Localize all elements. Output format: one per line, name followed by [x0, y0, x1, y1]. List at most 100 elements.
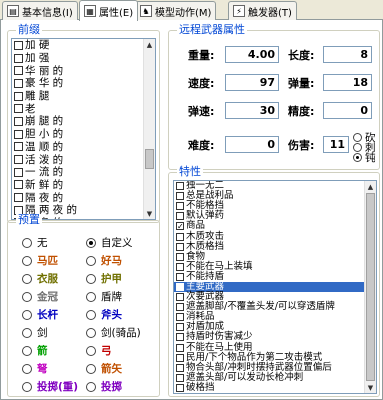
radio-button[interactable]: [86, 237, 96, 248]
prefix-item[interactable]: 加 硬: [12, 39, 155, 52]
tab-basic-info[interactable]: ▤ 基本信息(I): [2, 1, 78, 20]
prefix-item[interactable]: 加 强: [12, 52, 155, 65]
prefix-item[interactable]: 崩 腿 的: [12, 115, 155, 128]
radio-button[interactable]: [22, 291, 32, 302]
preset-option[interactable]: 无: [22, 235, 48, 250]
checkbox[interactable]: [176, 192, 184, 201]
prefix-item[interactable]: 老: [12, 102, 155, 115]
checkbox[interactable]: [176, 252, 184, 261]
radio-button[interactable]: [22, 363, 32, 374]
scroll-down-icon[interactable]: ▼: [144, 208, 155, 219]
checkbox[interactable]: [176, 242, 184, 251]
radio-button[interactable]: [86, 273, 96, 284]
checkbox[interactable]: [176, 232, 184, 241]
checkbox[interactable]: [14, 116, 23, 126]
checkbox[interactable]: [14, 53, 23, 63]
prefix-item[interactable]: 温 顺 的: [12, 141, 155, 154]
difficulty-field[interactable]: 0: [225, 136, 279, 153]
scroll-thumb[interactable]: [366, 193, 375, 381]
checkbox[interactable]: [176, 272, 184, 281]
tab-attributes[interactable]: ▦ 属性(E): [79, 0, 139, 21]
preset-option[interactable]: 剑(骑品): [86, 325, 141, 340]
checkbox[interactable]: [176, 343, 184, 352]
traits-list[interactable]: 独一无二 总是战利品 不能格挡 默认弹药 ✓ 商品 木质攻击 木质格挡 食物 不能在马上装填 不能持…: [173, 180, 377, 394]
scroll-down-icon[interactable]: ▼: [365, 382, 376, 393]
radio-button[interactable]: [86, 381, 96, 392]
preset-option[interactable]: 好马: [86, 253, 122, 268]
preset-option[interactable]: 投掷(重): [22, 379, 78, 394]
prefix-item[interactable]: 隔 夜 的: [12, 191, 155, 204]
scroll-thumb[interactable]: [145, 149, 154, 169]
checkbox[interactable]: [14, 104, 23, 114]
checkbox[interactable]: [14, 78, 23, 88]
damage-type-option[interactable]: 钝: [353, 150, 376, 165]
prefix-item[interactable]: 华 丽 的: [12, 64, 155, 77]
projectile-speed-field[interactable]: 30: [225, 102, 279, 119]
radio-button[interactable]: [22, 273, 32, 284]
checkbox[interactable]: [14, 167, 23, 177]
speed-field[interactable]: 97: [225, 74, 279, 91]
trait-item[interactable]: 破格挡: [174, 382, 366, 393]
prefix-scrollbar[interactable]: ▲ ▼: [143, 39, 155, 219]
preset-option[interactable]: 金冠: [22, 289, 58, 304]
prefix-item[interactable]: 新 鲜 的: [12, 179, 155, 192]
preset-option[interactable]: 马匹: [22, 253, 58, 268]
checkbox[interactable]: [14, 129, 23, 139]
radio-button[interactable]: [353, 153, 362, 162]
preset-option[interactable]: 投掷: [86, 379, 122, 394]
preset-option[interactable]: 盾牌: [86, 289, 122, 304]
radio-button[interactable]: [86, 309, 96, 320]
prefix-item[interactable]: 活 泼 的: [12, 153, 155, 166]
checkbox[interactable]: [14, 142, 23, 152]
preset-option[interactable]: 剑: [22, 325, 48, 340]
radio-button[interactable]: [22, 255, 32, 266]
checkbox[interactable]: [176, 182, 184, 191]
radio-button[interactable]: [86, 291, 96, 302]
prefix-list[interactable]: 加 硬加 强华 丽 的豪 华 的雕 腿老崩 腿 的胆 小 的温 顺 的活 泼 的…: [11, 38, 156, 220]
checkbox[interactable]: [14, 40, 23, 50]
prefix-item[interactable]: 豪 华 的: [12, 77, 155, 90]
prefix-item[interactable]: 一 流 的: [12, 166, 155, 179]
checkbox[interactable]: [176, 202, 184, 211]
checkbox[interactable]: ✓: [176, 222, 184, 231]
damage-field[interactable]: 11: [323, 136, 349, 153]
checkbox[interactable]: [176, 363, 184, 372]
radio-button[interactable]: [22, 381, 32, 392]
preset-option[interactable]: 护甲: [86, 271, 122, 286]
radio-button[interactable]: [22, 309, 32, 320]
ammo-field[interactable]: 18: [323, 74, 372, 91]
length-field[interactable]: 8: [323, 46, 372, 63]
preset-option[interactable]: 箭矢: [86, 361, 122, 376]
checkbox[interactable]: [176, 303, 184, 312]
prefix-item[interactable]: 雕 腿: [12, 90, 155, 103]
checkbox[interactable]: [176, 323, 184, 332]
radio-button[interactable]: [86, 363, 96, 374]
traits-scrollbar[interactable]: ▲ ▼: [364, 181, 376, 393]
weight-field[interactable]: 4.00: [225, 46, 279, 63]
checkbox[interactable]: [14, 193, 23, 203]
checkbox[interactable]: [176, 313, 184, 322]
scroll-up-icon[interactable]: ▲: [144, 39, 155, 50]
preset-option[interactable]: 自定义: [86, 235, 133, 250]
checkbox[interactable]: [176, 212, 184, 221]
radio-button[interactable]: [86, 345, 96, 356]
preset-option[interactable]: 斧头: [86, 307, 122, 322]
preset-option[interactable]: 弓: [86, 343, 112, 358]
preset-option[interactable]: 衣服: [22, 271, 58, 286]
checkbox[interactable]: [14, 66, 23, 76]
preset-option[interactable]: 长杆: [22, 307, 58, 322]
radio-button[interactable]: [22, 327, 32, 338]
radio-button[interactable]: [86, 255, 96, 266]
checkbox[interactable]: [176, 262, 184, 271]
scroll-up-icon[interactable]: ▲: [365, 181, 376, 192]
tab-model-actions[interactable]: ♞ 模型动作(M): [135, 1, 217, 20]
checkbox[interactable]: [14, 155, 23, 165]
preset-option[interactable]: 弩: [22, 361, 48, 376]
radio-button[interactable]: [86, 327, 96, 338]
radio-button[interactable]: [22, 237, 32, 248]
checkbox[interactable]: [176, 333, 184, 342]
checkbox[interactable]: [176, 293, 184, 302]
accuracy-field[interactable]: 0: [323, 102, 372, 119]
checkbox[interactable]: [14, 180, 23, 190]
preset-option[interactable]: 箭: [22, 343, 48, 358]
